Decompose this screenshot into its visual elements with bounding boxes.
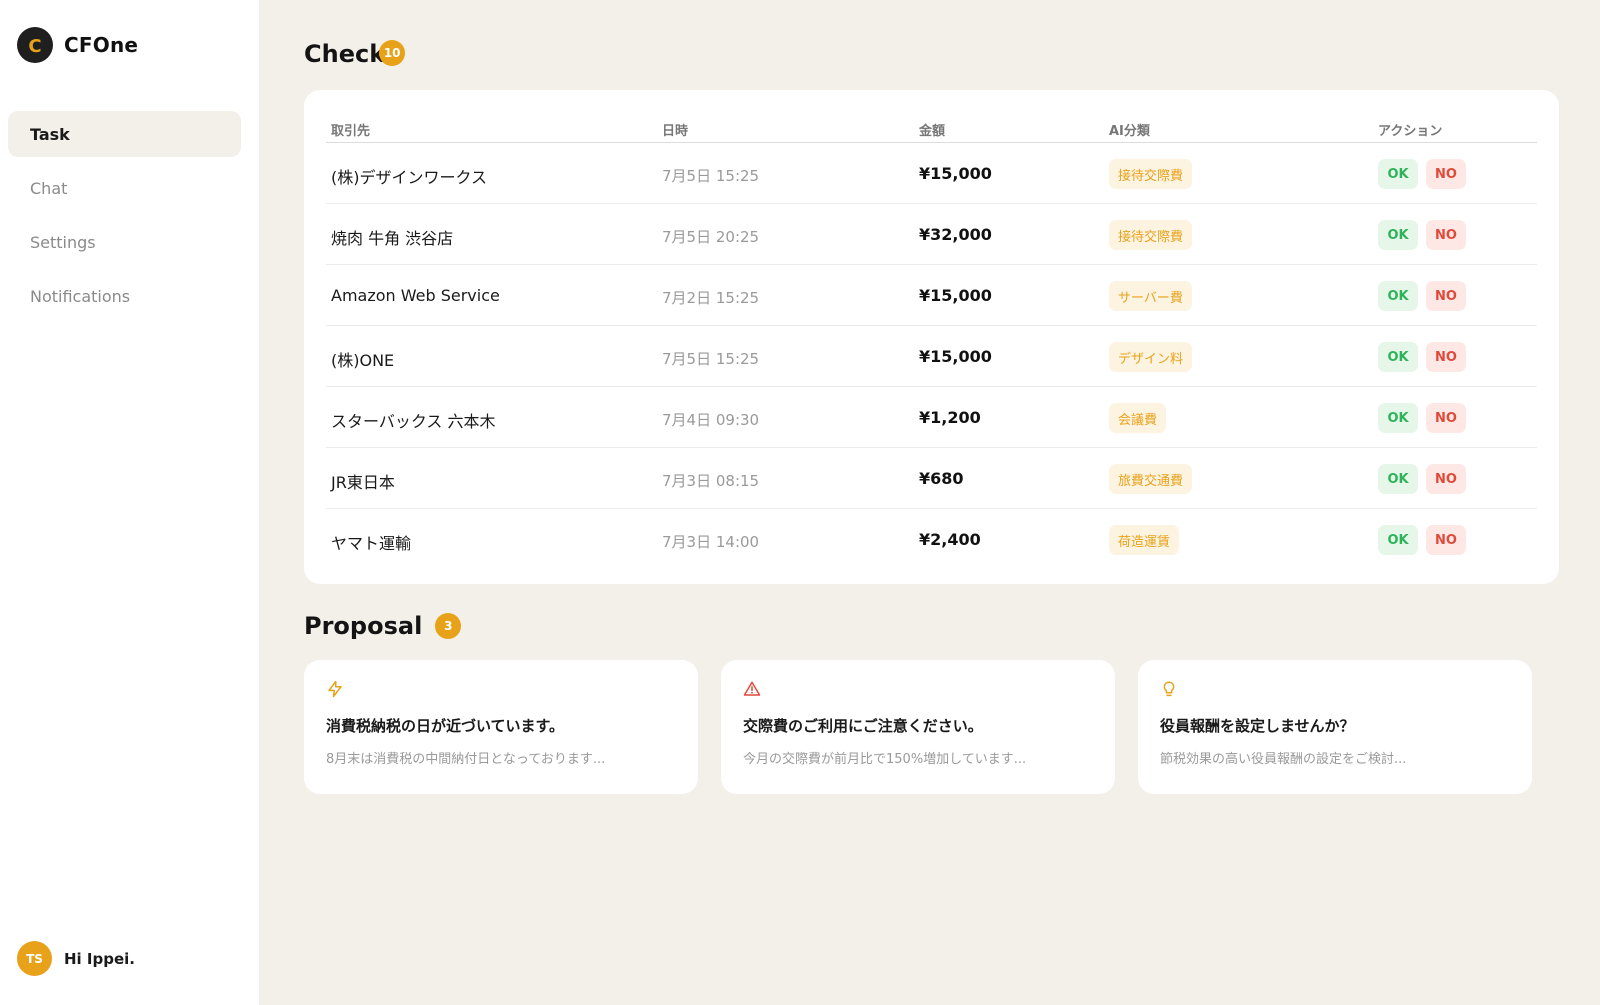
vendor-cell: ヤマト運輸 [331,534,412,553]
vendor-cell: (株)ONE [331,351,395,370]
proposal-card-compensation[interactable]: 役員報酬を設定しませんか？ 節税効果の高い役員報酬の設定をご検討... [1138,660,1532,794]
check-table-card: 取引先 日時 金額 AI分類 アクション (株)デザインワークス 7月5日 15… [304,90,1559,584]
no-button[interactable]: NO [1426,464,1466,494]
table-row: スターバックス 六本木 7月4日 09:30 ¥1,200 会議費 OK NO [326,387,1537,448]
amount-cell: ¥2,400 [919,530,981,549]
sidebar-item-label: Chat [30,178,68,198]
sidebar-item-chat[interactable]: Chat [8,165,241,211]
ok-button[interactable]: OK [1378,342,1418,372]
no-button[interactable]: NO [1426,525,1466,555]
date-cell: 7月5日 15:25 [662,167,760,185]
ok-button[interactable]: OK [1378,281,1418,311]
vendor-cell: (株)デザインワークス [331,168,488,187]
app-name: CFOne [64,33,139,57]
vendor-cell: Amazon Web Service [331,286,500,305]
amount-cell: ¥680 [919,469,964,488]
lightbulb-icon [1163,681,1175,697]
no-button[interactable]: NO [1426,159,1466,189]
check-section-title: Check 10 [304,40,406,68]
ok-button[interactable]: OK [1378,525,1418,555]
proposal-card-title: 役員報酬を設定しませんか？ [1160,717,1355,735]
amount-cell: ¥15,000 [919,164,992,183]
warning-icon [743,681,761,696]
proposal-card-tax[interactable]: 消費税納税の日が近づいています。 8月末は消費税の中間納付日となっております..… [304,660,698,794]
category-tag: 会議費 [1109,403,1167,433]
proposal-count-badge: 3 [435,613,462,639]
sidebar-nav: Task Chat Settings Notifications [8,111,241,327]
amount-cell: ¥15,000 [919,286,992,305]
no-button[interactable]: NO [1426,220,1466,250]
brand: C CFOne [17,27,138,63]
proposal-card-entertainment[interactable]: 交際費のご利用にご注意ください。 今月の交際費が前月比で150%増加しています.… [721,660,1115,794]
no-button[interactable]: NO [1426,281,1466,311]
category-tag: サーバー費 [1109,281,1192,311]
category-tag: 荷造運賃 [1109,525,1180,555]
category-tag: 接待交際費 [1109,159,1193,189]
sidebar-item-settings[interactable]: Settings [8,219,241,265]
vendor-cell: 焼肉 牛角 渋谷店 [331,229,454,248]
ok-button[interactable]: OK [1378,403,1418,433]
date-cell: 7月4日 09:30 [662,411,760,429]
table-row: (株)ONE 7月5日 15:25 ¥15,000 デザイン料 OK NO [326,326,1537,387]
lightning-icon [328,680,342,698]
avatar: TS [17,941,52,976]
amount-cell: ¥32,000 [919,225,992,244]
proposal-section-title: Proposal 3 [304,612,462,640]
proposal-card-desc: 節税効果の高い役員報酬の設定をご検討... [1160,752,1407,767]
date-cell: 7月3日 08:15 [662,472,760,490]
ok-button[interactable]: OK [1378,464,1418,494]
sidebar: C CFOne Task Chat Settings Notifications… [0,0,259,1005]
check-count-badge: 10 [379,40,406,66]
check-title-text: Check [304,40,386,68]
main-content: Check 10 取引先 日時 金額 AI分類 アクション (株)デザインワーク… [259,0,1600,1005]
column-header-action: アクション [1378,124,1443,139]
vendor-cell: JR東日本 [331,473,395,492]
category-tag: デザイン料 [1109,342,1193,372]
sidebar-item-task[interactable]: Task [8,111,241,157]
proposal-card-desc: 8月末は消費税の中間納付日となっております... [326,752,606,767]
app-root: C CFOne Task Chat Settings Notifications… [0,0,1600,1005]
sidebar-item-label: Settings [30,232,96,252]
user-profile[interactable]: TS Hi Ippei. [17,941,135,976]
date-cell: 7月2日 15:25 [662,289,760,307]
table-row: ヤマト運輸 7月3日 14:00 ¥2,400 荷造運賃 OK NO [326,509,1537,570]
table-header: 取引先 日時 金額 AI分類 アクション [326,108,1537,143]
category-tag: 接待交際費 [1109,220,1193,250]
proposal-card-desc: 今月の交際費が前月比で150%増加しています... [743,752,1027,767]
date-cell: 7月3日 14:00 [662,533,760,551]
column-header-amount: 金額 [919,124,946,139]
sidebar-item-label: Task [30,124,70,144]
column-header-ai-category: AI分類 [1109,124,1150,139]
sidebar-item-label: Notifications [30,286,131,306]
date-cell: 7月5日 15:25 [662,350,760,368]
proposal-title-text: Proposal [304,612,423,640]
category-tag: 旅費交通費 [1109,464,1193,494]
app-logo: C [17,27,53,63]
vendor-cell: スターバックス 六本木 [331,412,496,431]
date-cell: 7月5日 20:25 [662,228,760,246]
column-header-vendor: 取引先 [331,124,371,139]
ok-button[interactable]: OK [1378,159,1418,189]
proposal-card-title: 消費税納税の日が近づいています。 [326,717,565,735]
column-header-date: 日時 [662,124,689,139]
table-row: 焼肉 牛角 渋谷店 7月5日 20:25 ¥32,000 接待交際費 OK NO [326,204,1537,265]
proposal-card-title: 交際費のご利用にご注意ください。 [743,717,983,735]
no-button[interactable]: NO [1426,403,1466,433]
table-row: (株)デザインワークス 7月5日 15:25 ¥15,000 接待交際費 OK … [326,143,1537,204]
amount-cell: ¥1,200 [919,408,981,427]
amount-cell: ¥15,000 [919,347,992,366]
ok-button[interactable]: OK [1378,220,1418,250]
no-button[interactable]: NO [1426,342,1466,372]
table-row: Amazon Web Service 7月2日 15:25 ¥15,000 サー… [326,265,1537,326]
user-greeting: Hi Ippei. [64,949,135,968]
sidebar-item-notifications[interactable]: Notifications [8,273,241,319]
table-row: JR東日本 7月3日 08:15 ¥680 旅費交通費 OK NO [326,448,1537,509]
